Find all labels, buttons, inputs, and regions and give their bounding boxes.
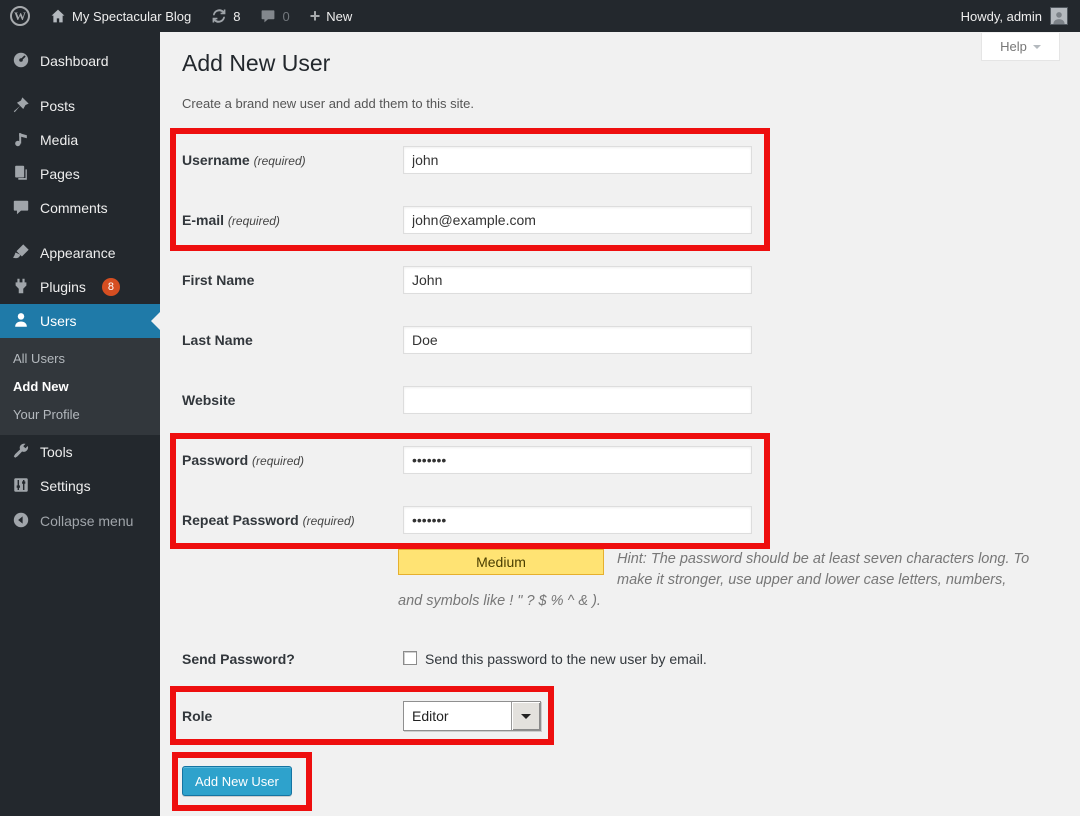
username-row: Username (required) [182,146,922,174]
website-input[interactable] [403,386,752,414]
site-name-menu[interactable]: My Spectacular Blog [40,0,201,32]
dashboard-icon [12,51,30,72]
home-icon [50,8,66,24]
plugin-update-badge: 8 [102,278,120,296]
current-menu-arrow [151,312,160,330]
submenu-item-all-users[interactable]: All Users [0,345,160,373]
music-note-icon [12,130,30,151]
sidebar-item-pages[interactable]: Pages [0,157,160,191]
sidebar-item-label: Users [40,313,77,329]
page-subtitle: Create a brand new user and add them to … [182,96,474,111]
send-password-checkbox[interactable] [403,651,417,665]
chevron-down-icon [521,714,531,724]
submenu-item-add-new[interactable]: Add New [0,373,160,401]
password-row: Password (required) [182,446,922,474]
chevron-down-icon [1033,45,1041,53]
password-label: Password (required) [182,446,304,475]
main-content: Help Add New User Create a brand new use… [160,32,1080,816]
sidebar-item-collapse-menu[interactable]: Collapse menu [0,504,160,538]
updates-menu[interactable]: 8 [201,0,250,32]
sidebar-item-label: Posts [40,98,75,114]
new-label: New [326,9,352,24]
plus-icon: + [310,0,321,32]
send-password-label: Send Password? [182,647,295,671]
password-strength-block: Medium Hint: The password should be at l… [398,549,1032,612]
comments-menu[interactable]: 0 [250,0,299,32]
sidebar-item-label: Settings [40,478,91,494]
sidebar-item-plugins[interactable]: Plugins 8 [0,270,160,304]
email-label: E-mail (required) [182,206,280,235]
website-label: Website [182,386,235,414]
pushpin-icon [12,96,30,117]
comment-bubble-icon [260,8,276,24]
repeat-password-label: Repeat Password (required) [182,506,355,535]
role-select[interactable]: Editor [403,701,541,731]
admin-bar: W My Spectacular Blog 8 0 + New Howdy, a… [0,0,1080,32]
sidebar-item-media[interactable]: Media [0,123,160,157]
pages-icon [12,164,30,185]
sidebar-item-label: Tools [40,444,73,460]
wp-logo-menu[interactable]: W [0,0,40,32]
sidebar: Dashboard Posts Media Pages Comments App… [0,32,160,816]
site-name: My Spectacular Blog [72,9,191,24]
sidebar-item-dashboard[interactable]: Dashboard [0,44,160,78]
dropdown-arrow-button[interactable] [511,702,540,730]
updates-icon [211,8,227,24]
last-name-label: Last Name [182,326,253,354]
sidebar-item-posts[interactable]: Posts [0,89,160,123]
paintbrush-icon [12,243,30,264]
sidebar-item-label: Pages [40,166,80,182]
plug-icon [12,277,30,298]
avatar[interactable] [1050,7,1068,25]
sidebar-item-label: Appearance [40,245,116,261]
password-input[interactable] [403,446,752,474]
new-menu[interactable]: + New [300,0,363,32]
wrench-icon [12,442,30,463]
username-label: Username (required) [182,146,306,175]
email-row: E-mail (required) [182,206,922,234]
sidebar-item-label: Comments [40,200,108,216]
last-name-input[interactable] [403,326,752,354]
repeat-password-row: Repeat Password (required) [182,506,922,534]
first-name-input[interactable] [403,266,752,294]
repeat-password-input[interactable] [403,506,752,534]
sliders-icon [12,476,30,497]
role-label: Role [182,701,212,731]
sidebar-item-label: Media [40,132,78,148]
email-input[interactable] [403,206,752,234]
send-password-checkbox-label: Send this password to the new user by em… [425,647,707,671]
website-row: Website [182,386,922,414]
howdy-text[interactable]: Howdy, admin [961,9,1042,24]
username-input[interactable] [403,146,752,174]
password-strength-meter: Medium [398,549,604,575]
first-name-label: First Name [182,266,254,294]
help-button[interactable]: Help [981,33,1060,61]
first-name-row: First Name [182,266,922,294]
sidebar-item-settings[interactable]: Settings [0,469,160,503]
sidebar-item-users[interactable]: Users [0,304,160,338]
role-selected-value: Editor [404,702,511,730]
comment-count: 0 [282,9,289,24]
add-new-user-button[interactable]: Add New User [182,766,292,796]
sidebar-item-label: Plugins [40,279,86,295]
submenu-item-your-profile[interactable]: Your Profile [0,401,160,429]
sidebar-item-label: Collapse menu [40,513,133,529]
sidebar-item-tools[interactable]: Tools [0,435,160,469]
collapse-arrow-icon [12,511,30,532]
update-count: 8 [233,9,240,24]
last-name-row: Last Name [182,326,922,354]
page-title: Add New User [182,50,330,77]
sidebar-item-comments[interactable]: Comments [0,191,160,225]
users-submenu: All Users Add New Your Profile [0,338,160,435]
sidebar-item-appearance[interactable]: Appearance [0,236,160,270]
sidebar-item-label: Dashboard [40,53,109,69]
wordpress-logo-icon: W [10,6,30,26]
comment-bubble-icon [12,198,30,219]
send-password-row: Send Password? Send this password to the… [182,647,922,671]
user-icon [12,311,30,332]
help-label: Help [1000,39,1027,54]
role-row: Role Editor [182,701,582,731]
